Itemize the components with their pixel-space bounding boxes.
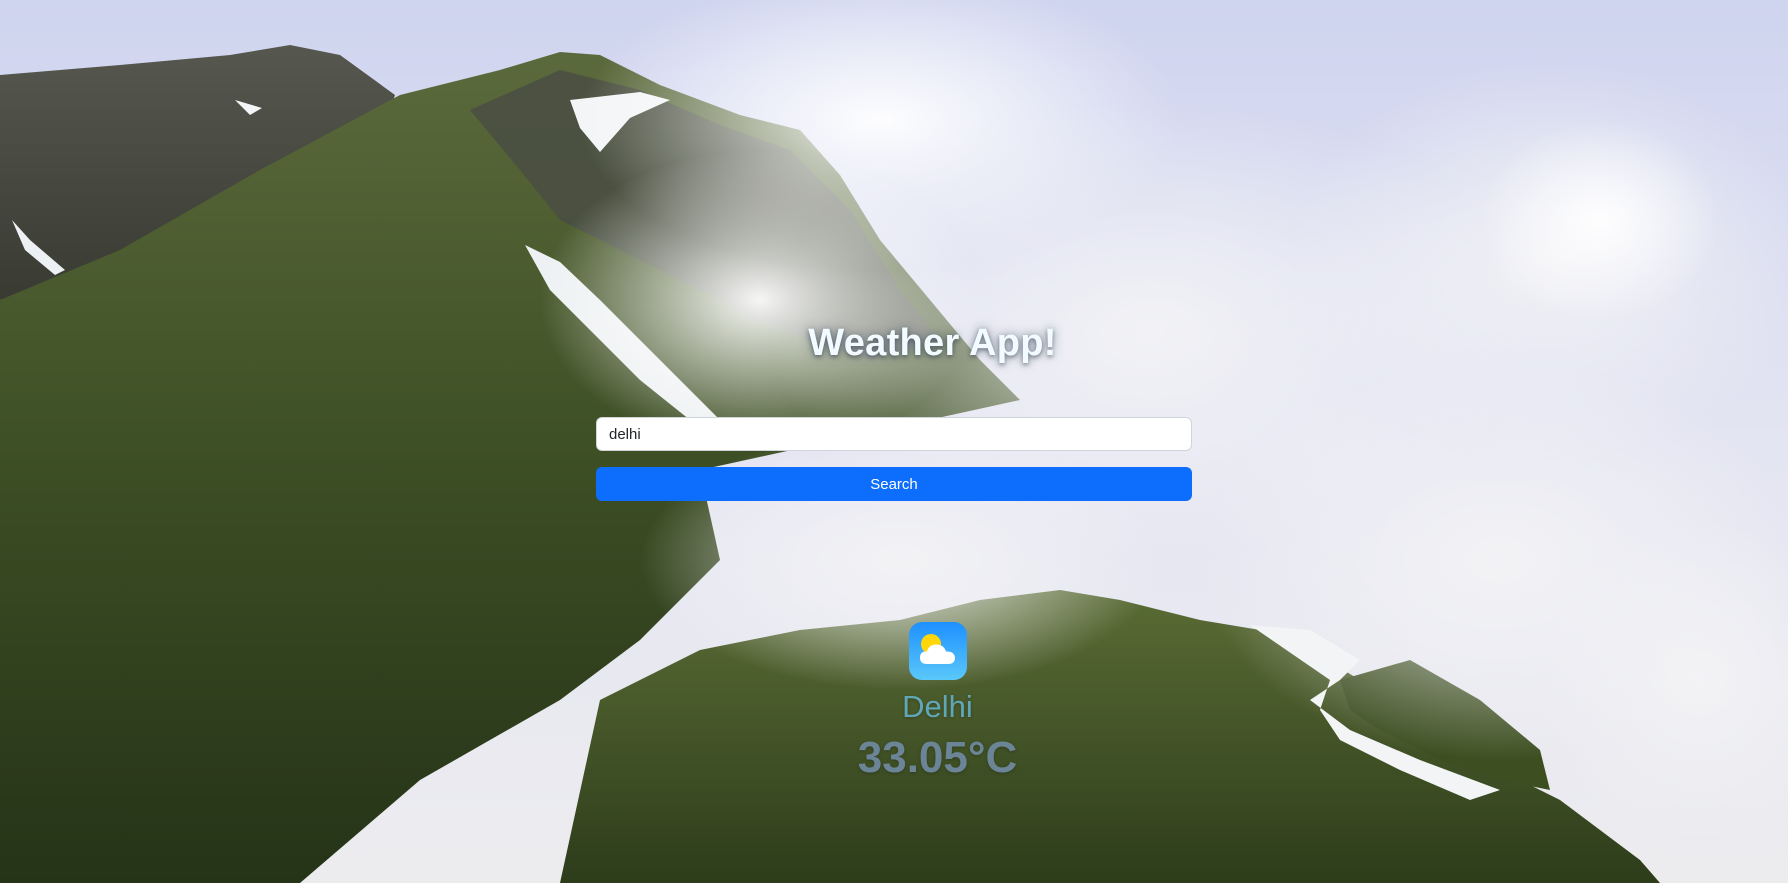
city-search-input[interactable]	[596, 417, 1192, 451]
weather-result: Delhi 33.05°C	[0, 622, 1788, 783]
partly-cloudy-icon	[908, 622, 967, 680]
city-name: Delhi	[902, 689, 973, 724]
search-button[interactable]: Search	[596, 467, 1192, 501]
app-title: Weather App!	[808, 322, 1057, 364]
weather-app-page: Weather App! Search Delhi 33.05°C	[0, 0, 1788, 883]
temperature-value: 33.05°C	[857, 733, 1018, 782]
